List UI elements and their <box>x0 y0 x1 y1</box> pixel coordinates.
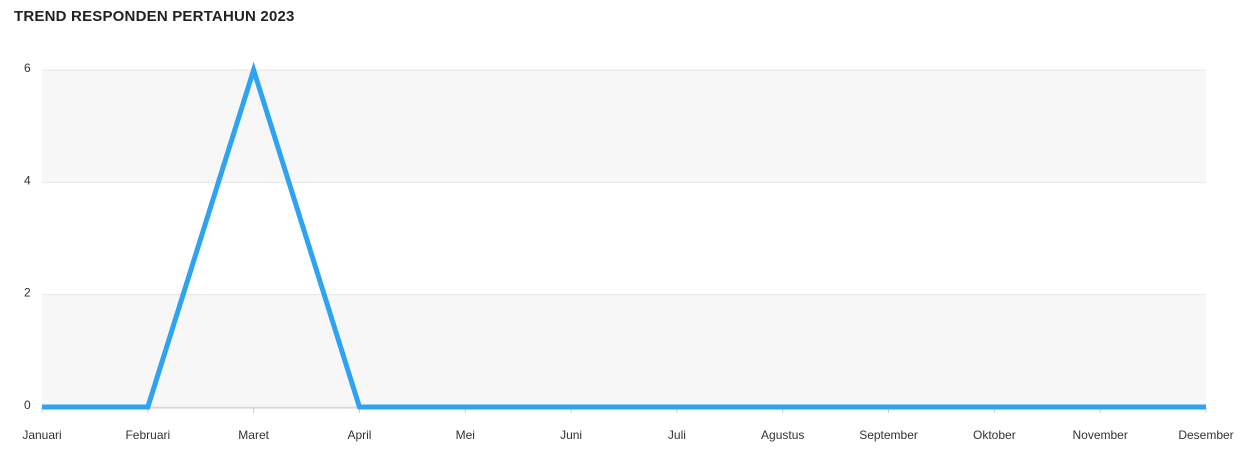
x-tick-label: September <box>859 428 918 442</box>
x-tick-label: Desember <box>1178 428 1233 442</box>
x-tick-label: Januari <box>22 428 61 442</box>
grid-band <box>42 70 1206 183</box>
y-tick-label: 0 <box>24 398 31 412</box>
y-tick-label: 2 <box>24 286 31 300</box>
x-tick-label: Juni <box>560 428 582 442</box>
x-tick-label: Mei <box>456 428 475 442</box>
x-tick-label: Maret <box>238 428 269 442</box>
y-tick-label: 4 <box>24 173 31 187</box>
x-tick-label: Februari <box>125 428 170 442</box>
x-axis-ticks: Januari Februari Maret April Mei Juni Juli Agus… <box>22 407 1234 442</box>
x-tick-label: November <box>1073 428 1128 442</box>
grid-bands <box>42 70 1206 407</box>
line-chart: 0 2 4 6 Januari Februari Maret April Mei Juni Jul… <box>22 61 1234 442</box>
x-tick-label: Juli <box>668 428 686 442</box>
grid-band <box>42 294 1206 407</box>
y-axis-ticks: 0 2 4 6 <box>24 61 31 412</box>
x-tick-label: Oktober <box>973 428 1016 442</box>
x-tick-label: April <box>347 428 371 442</box>
x-tick-label: Agustus <box>761 428 804 442</box>
y-tick-label: 6 <box>24 61 31 75</box>
